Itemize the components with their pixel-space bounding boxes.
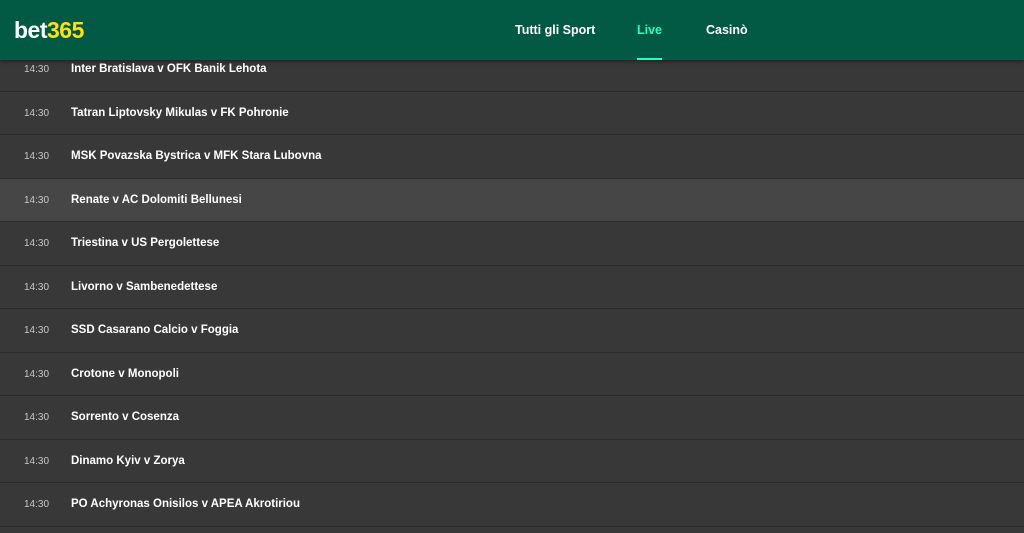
site-header: bet365 Tutti gli Sport Live Casinò	[0, 0, 1024, 60]
event-time: 14:30	[24, 412, 50, 423]
nav-tab-label: Casinò	[706, 23, 748, 37]
event-match-name: Livorno v Sambenedettese	[71, 280, 218, 293]
event-match-name: Sorrento v Cosenza	[71, 411, 179, 423]
active-tab-underline	[637, 58, 663, 60]
event-time: 14:30	[24, 238, 50, 249]
event-match-name: PO Achyronas Onisilos v APEA Akrotiriou	[71, 498, 300, 510]
nav-tab-live[interactable]: Live	[637, 0, 663, 60]
event-match-name: MSK Povazska Bystrica v MFK Stara Lubovn…	[71, 150, 322, 162]
event-row[interactable]: 14:30 PO Achyronas Onisilos v APEA Akrot…	[0, 483, 1024, 527]
event-time: 14:30	[24, 194, 50, 206]
event-time: 14:30	[24, 151, 50, 162]
event-match-name: Triestina v US Pergolettese	[71, 237, 220, 249]
event-time: 14:30	[24, 281, 50, 293]
event-list: 14:30 Inter Bratislava v OFK Banik Lehot…	[0, 48, 1024, 527]
event-row[interactable]: 14:30 Crotone v Monopoli	[0, 352, 1024, 396]
event-time: 14:30	[24, 368, 50, 380]
event-time: 14:30	[24, 107, 50, 119]
event-match-name: SSD Casarano Calcio v Foggia	[71, 324, 239, 336]
nav-tab-label: Tutti gli Sport	[515, 23, 596, 37]
event-match-name: Crotone v Monopoli	[71, 367, 179, 380]
event-row-hovered[interactable]: 14:30 Renate v AC Dolomiti Bellunesi	[0, 178, 1024, 222]
event-time: 14:30	[24, 499, 50, 510]
event-time: 14:30	[24, 455, 50, 467]
nav-tab-tutti-gli-sport[interactable]: Tutti gli Sport	[515, 0, 595, 60]
nav-tab-casino[interactable]: Casinò	[706, 0, 748, 60]
event-row[interactable]: 14:30 Dinamo Kyiv v Zorya	[0, 439, 1024, 483]
event-row[interactable]: 14:30 Tatran Liptovsky Mikulas v FK Pohr…	[0, 91, 1024, 135]
event-match-name: Dinamo Kyiv v Zorya	[71, 454, 185, 467]
event-row[interactable]: 14:30 Triestina v US Pergolettese	[0, 222, 1024, 266]
event-row[interactable]: 14:30 MSK Povazska Bystrica v MFK Stara …	[0, 135, 1024, 179]
main-nav: Tutti gli Sport Live Casinò	[0, 0, 1024, 60]
event-row[interactable]: 14:30 Livorno v Sambenedettese	[0, 265, 1024, 309]
event-match-name: Tatran Liptovsky Mikulas v FK Pohronie	[71, 106, 289, 119]
event-time: 14:30	[24, 325, 50, 336]
event-match-name: Renate v AC Dolomiti Bellunesi	[71, 193, 242, 206]
event-row[interactable]: 14:30 Sorrento v Cosenza	[0, 396, 1024, 440]
nav-tab-label: Live	[637, 23, 663, 37]
event-row[interactable]: 14:30 SSD Casarano Calcio v Foggia	[0, 309, 1024, 353]
